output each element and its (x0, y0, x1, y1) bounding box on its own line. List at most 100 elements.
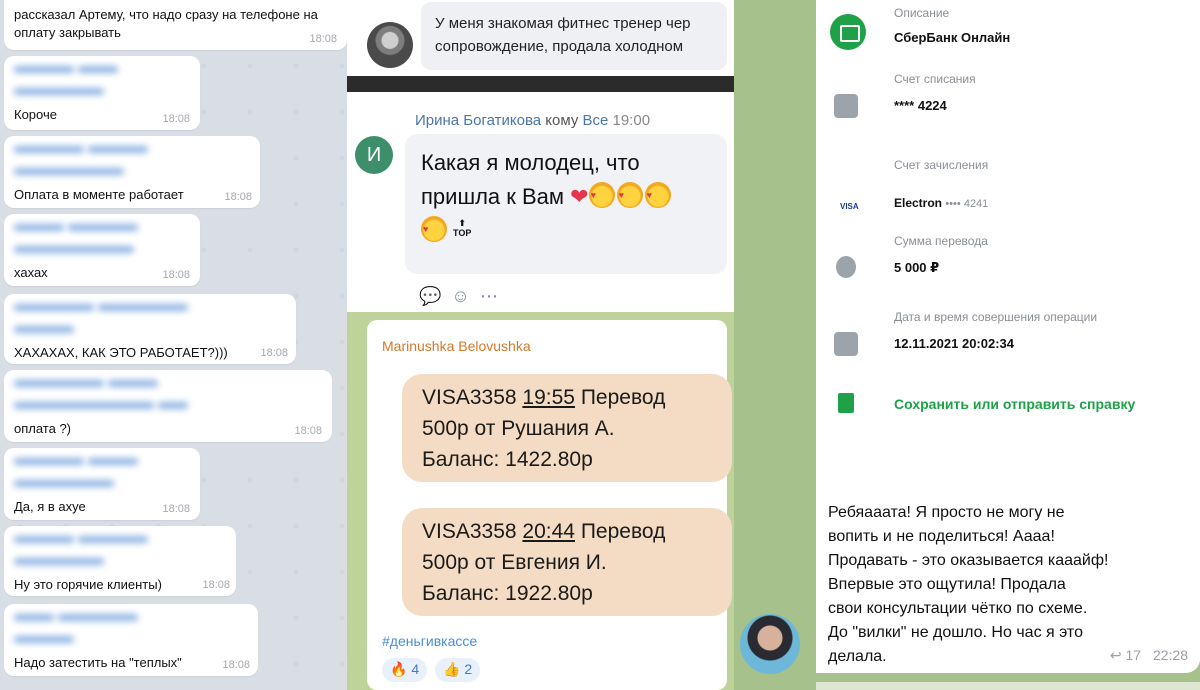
forwarded-header-blurred (14, 322, 286, 338)
sms-card: VISA3358 (422, 520, 517, 543)
forwarded-header-blurred (14, 376, 322, 392)
more-options-icon[interactable]: ⋯ (480, 286, 508, 306)
telegram-chat-panel: рассказал Артему, что надо сразу на теле… (0, 0, 347, 690)
sberbank-logo-icon (830, 14, 866, 50)
avatar[interactable] (740, 614, 800, 674)
forwarded-header-blurred (14, 84, 190, 100)
credit-account-value: Electron •••• 4241 (894, 196, 988, 210)
top-arrow-icon: ⬆ TOP (453, 218, 472, 238)
avatar[interactable] (367, 22, 413, 68)
sms-action: Перевод (580, 520, 666, 543)
forwarded-header-blurred (14, 610, 248, 626)
hashtag-link[interactable]: #деньгивкассе (382, 633, 477, 649)
message-text: рассказал Артему, что надо сразу на теле… (14, 7, 318, 40)
amount-value: 5 000 ₽ (894, 260, 940, 275)
save-receipt-link[interactable]: Сохранить или отправить справку (894, 396, 1135, 412)
receipt-card: Описание СберБанк Онлайн Счет списания *… (816, 0, 1200, 495)
message-line: Впервые это ощутила! Продала (828, 576, 1066, 593)
card-mask: •••• 4241 (945, 198, 989, 210)
sberbank-receipt-panel: Описание СберБанк Онлайн Счет списания *… (734, 0, 1200, 690)
card-icon (834, 94, 858, 118)
message-time: 18:08 (224, 191, 252, 203)
message-time: 18:08 (162, 113, 190, 125)
comment: И Ирина Богатикова кому Все 19:00 Какая … (347, 92, 734, 312)
sms-bubble: VISA3358 20:44 Перевод 500р от Евгения И… (402, 508, 732, 616)
divider (347, 76, 734, 92)
message-text: сопровождение, продала холодном (435, 38, 684, 55)
message-time: 18:08 (294, 425, 322, 437)
message-time: 18:08 (162, 503, 190, 515)
reaction-thumbs-up[interactable]: 👍 2 (435, 658, 481, 682)
top-message-row: У меня знакомая фитнес тренер чер сопров… (347, 0, 734, 76)
sms-time: 19:55 (522, 386, 575, 409)
comment-text: пришла к Вам (421, 184, 565, 209)
message-bubble[interactable]: ХАХАХАХ, КАК ЭТО РАБОТАЕТ?))) 18:08 (4, 294, 296, 364)
thumbs-up-icon: 👍 (443, 661, 461, 677)
forwarded-header-blurred (14, 300, 286, 316)
forwarded-card[interactable]: Marinushka Belovushka VISA3358 19:55 Пер… (367, 320, 732, 690)
money-bag-icon (836, 256, 856, 278)
message-bubble[interactable]: Оплата в моменте работает 18:08 (4, 136, 260, 208)
reaction-fire[interactable]: 🔥 4 (382, 658, 428, 682)
calendar-icon (834, 332, 858, 356)
message-bubble[interactable]: Ну это горячие клиенты) 18:08 (4, 526, 236, 596)
document-icon (838, 393, 854, 413)
next-message-edge (816, 682, 1200, 690)
message-text: Надо затестить на "теплых" (14, 655, 182, 670)
sms-line: 500р от Рушания А. (422, 417, 615, 440)
forwarded-header-blurred (14, 220, 190, 236)
debit-account-label: Счет списания (894, 72, 976, 86)
comment-actions: 💬☺⋯ (419, 286, 508, 307)
smiling-face-with-hearts-icon (421, 212, 447, 246)
message-time: 18:08 (202, 579, 230, 591)
reply-count: 17 (1125, 647, 1142, 663)
vk-comments-panel: У меня знакомая фитнес тренер чер сопров… (347, 0, 734, 690)
reply-icon[interactable]: 💬 (419, 286, 451, 306)
forwarded-header-blurred (14, 476, 190, 492)
sms-card: VISA3358 (422, 386, 517, 409)
message-text: Оплата в моменте работает (14, 187, 184, 202)
forwarded-header-blurred (14, 554, 226, 570)
message-bubble[interactable]: Да, я в ахуе 18:08 (4, 448, 200, 520)
sms-line: Баланс: 1922.80р (422, 582, 593, 605)
sms-action: Перевод (580, 386, 666, 409)
avatar[interactable]: И (355, 136, 393, 174)
forwarded-post-area: Marinushka Belovushka VISA3358 19:55 Пер… (347, 312, 734, 690)
sms-line: 500р от Евгения И. (422, 551, 607, 574)
message-time: 18:08 (162, 269, 190, 281)
message-bubble[interactable]: Ребяааата! Я просто не могу не вопить и … (816, 495, 1200, 673)
card-product: Electron (894, 196, 943, 210)
message-line: вопить и не поделиться! Аааа! (828, 528, 1055, 545)
forward-author[interactable]: Marinushka Belovushka (382, 338, 531, 354)
visa-icon: VISA (840, 202, 859, 211)
add-reaction-icon[interactable]: ☺ (451, 286, 479, 306)
recipient-link[interactable]: Все (583, 112, 609, 129)
forwarded-header-blurred (14, 62, 190, 78)
message-bubble[interactable]: Надо затестить на "теплых" 18:08 (4, 604, 258, 676)
description-value: СберБанк Онлайн (894, 30, 1011, 45)
to-label: кому (545, 112, 579, 129)
comment-time: 19:00 (612, 112, 651, 129)
message-time: 18:08 (260, 347, 288, 359)
author-name-link[interactable]: Ирина Богатикова (415, 112, 541, 129)
comment-bubble: Какая я молодец, что пришла к Вам ❤ ⬆TOP (405, 134, 727, 274)
sms-line: Баланс: 1422.80р (422, 448, 593, 471)
forwarded-header-blurred (14, 164, 250, 180)
smiling-face-with-hearts-icon (588, 178, 615, 212)
message-bubble[interactable]: оплата ?) 18:08 (4, 370, 332, 442)
message-bubble[interactable]: рассказал Артему, что надо сразу на теле… (4, 0, 347, 50)
message-bubble[interactable]: У меня знакомая фитнес тренер чер сопров… (421, 2, 727, 70)
datetime-value: 12.11.2021 20:02:34 (894, 336, 1014, 351)
reply-arrow-icon[interactable]: ↩ (1110, 647, 1122, 663)
forwarded-header-blurred (14, 532, 226, 548)
message-bubble[interactable]: Короче 18:08 (4, 56, 200, 130)
reaction-count: 2 (464, 661, 473, 677)
forwarded-header-blurred (14, 632, 248, 648)
message-line: свои консультации чётко по схеме. (828, 600, 1088, 617)
message-text: У меня знакомая фитнес тренер чер (435, 15, 691, 32)
forwarded-header-blurred (14, 242, 190, 258)
comment-text: Какая я молодец, что (421, 150, 640, 175)
message-bubble[interactable]: хахах 18:08 (4, 214, 200, 286)
forwarded-header-blurred (14, 142, 250, 158)
reaction-count: 4 (411, 661, 420, 677)
